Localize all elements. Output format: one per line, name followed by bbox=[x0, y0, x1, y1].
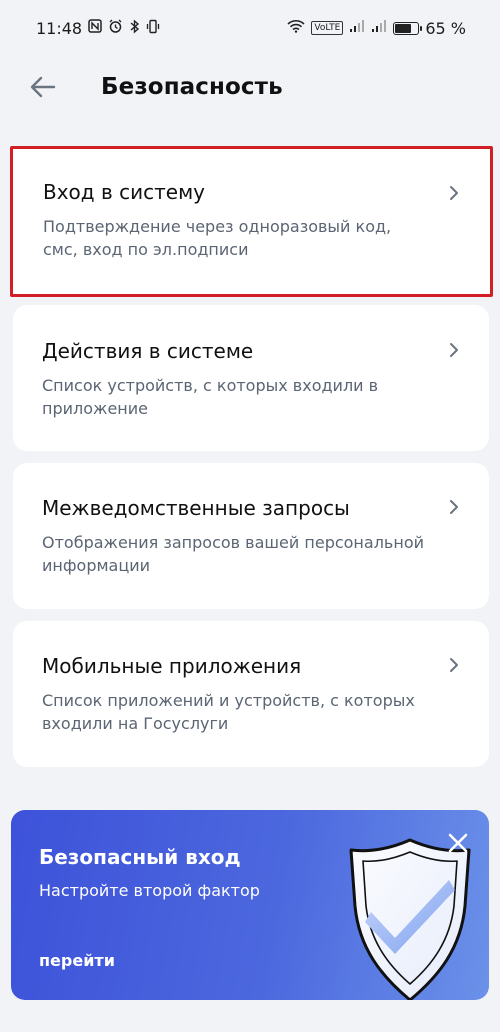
page-title: Безопасность bbox=[101, 74, 283, 100]
signal-icon bbox=[349, 19, 365, 37]
status-bar: 11:48 VoLTE 65 % bbox=[0, 0, 500, 56]
card-system-actions[interactable]: Действия в системе Список устройств, с к… bbox=[13, 305, 489, 451]
bluetooth-icon bbox=[129, 18, 140, 38]
status-right: VoLTE 65 % bbox=[287, 19, 466, 38]
card-title: Межведомственные запросы bbox=[42, 496, 350, 520]
wifi-icon bbox=[287, 19, 305, 37]
promo-subtitle: Настройте второй фактор bbox=[39, 881, 260, 900]
status-time: 11:48 bbox=[36, 18, 83, 38]
promo-go-link[interactable]: перейти bbox=[39, 950, 115, 972]
signal-icon bbox=[371, 19, 387, 37]
vibrate-icon bbox=[146, 19, 160, 38]
battery-fill bbox=[395, 23, 411, 33]
battery-percent: 65 % bbox=[425, 18, 466, 38]
alarm-icon bbox=[108, 19, 123, 38]
chevron-right-icon bbox=[450, 186, 458, 200]
card-mobile-apps[interactable]: Мобильные приложения Список приложений и… bbox=[13, 621, 489, 767]
card-interagency-requests[interactable]: Межведомственные запросы Отображения зап… bbox=[13, 463, 489, 609]
arrow-left-icon[interactable] bbox=[26, 70, 60, 104]
chevron-right-icon bbox=[450, 658, 458, 672]
card-description: Отображения запросов вашей персональной … bbox=[42, 533, 424, 575]
card-description: Подтверждение через одноразовый код, смс… bbox=[43, 217, 392, 259]
close-icon[interactable] bbox=[445, 830, 471, 856]
card-description: Список устройств, с которых входили в пр… bbox=[42, 376, 379, 418]
card-title: Вход в систему bbox=[43, 180, 205, 204]
chevron-right-icon bbox=[450, 500, 458, 514]
nfc-icon bbox=[88, 19, 102, 37]
promo-title: Безопасный вход bbox=[39, 845, 241, 869]
card-title: Мобильные приложения bbox=[42, 654, 302, 678]
status-left: 11:48 bbox=[36, 19, 160, 38]
shield-check-icon bbox=[349, 838, 471, 1000]
secure-login-banner[interactable]: Безопасный вход Настройте второй фактор … bbox=[11, 810, 489, 1000]
chevron-right-icon bbox=[450, 343, 458, 357]
battery-icon bbox=[393, 21, 423, 35]
card-login[interactable]: Вход в систему Подтверждение через однор… bbox=[10, 146, 493, 297]
volte-badge: VoLTE bbox=[311, 21, 344, 35]
card-description: Список приложений и устройств, с которых… bbox=[42, 691, 415, 733]
card-title: Действия в системе bbox=[42, 339, 254, 363]
app-header: Безопасность bbox=[0, 60, 500, 114]
